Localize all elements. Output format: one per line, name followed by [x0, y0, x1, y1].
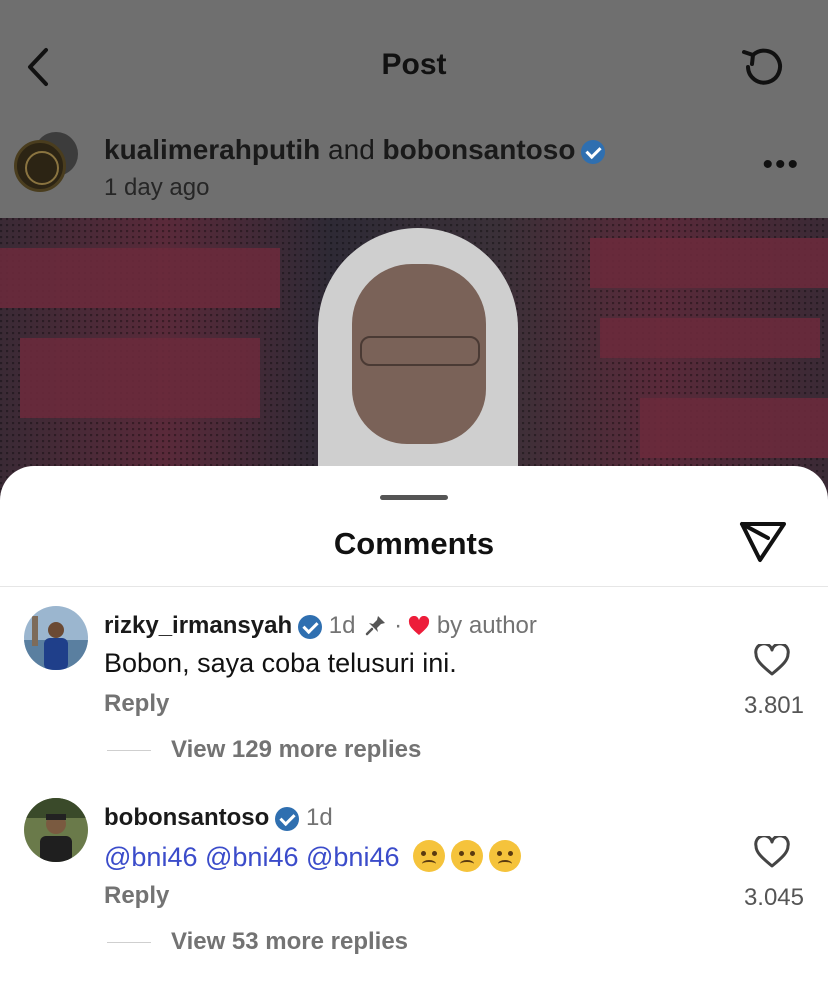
mention-link[interactable]: @bni46: [104, 842, 197, 872]
refresh-icon[interactable]: [738, 42, 788, 92]
post-authors: kualimerahputih and bobonsantoso: [104, 134, 606, 166]
crying-face-emoji-icon: [413, 840, 445, 872]
comments-title: Comments: [333, 526, 495, 561]
comments-sheet: Comments rizky_irmansyah 1d · by author …: [0, 466, 828, 981]
comment-text: @bni46 @bni46 @bni46: [104, 840, 521, 873]
author-kualimerahputih[interactable]: kualimerahputih: [104, 134, 320, 165]
view-more-replies[interactable]: View 129 more replies: [107, 736, 421, 764]
page-title: Post: [381, 48, 447, 81]
comment-avatar[interactable]: [24, 798, 88, 862]
verified-icon: [298, 614, 323, 639]
post-time: 1 day ago: [104, 174, 210, 201]
mention-link[interactable]: @bni46: [306, 842, 399, 872]
heart-filled-icon: [409, 616, 430, 635]
comment-username[interactable]: bobonsantoso 1d: [104, 804, 333, 832]
mention-link[interactable]: @bni46: [205, 842, 298, 872]
heart-outline-icon[interactable]: [754, 836, 790, 868]
meta-separator: ·: [394, 612, 403, 639]
liked-by-author: by author: [436, 612, 537, 639]
author-bobonsantoso[interactable]: bobonsantoso: [383, 134, 576, 165]
pin-icon: [366, 616, 386, 636]
like-count: 3.045: [743, 884, 804, 911]
comment-avatar[interactable]: [24, 606, 88, 670]
verified-icon: [275, 806, 300, 831]
comment-time: 1d: [306, 804, 333, 831]
primary-author-avatar[interactable]: [14, 140, 66, 192]
send-icon[interactable]: [738, 518, 788, 564]
comment-time: 1d: [328, 612, 356, 639]
author-joiner: and: [328, 134, 375, 165]
more-horizontal-icon[interactable]: •••: [762, 150, 800, 180]
verified-icon: [581, 139, 606, 164]
reply-button[interactable]: Reply: [104, 882, 169, 910]
top-bar: Post: [0, 0, 828, 110]
sheet-divider: [0, 586, 828, 587]
crying-face-emoji-icon: [489, 840, 521, 872]
crying-face-emoji-icon: [451, 840, 483, 872]
view-more-replies[interactable]: View 53 more replies: [107, 928, 408, 956]
comment-text: Bobon, saya coba telusuri ini.: [104, 648, 457, 678]
post-header: kualimerahputih and bobonsantoso 1 day a…: [0, 110, 828, 218]
reply-button[interactable]: Reply: [104, 690, 169, 718]
sheet-drag-handle[interactable]: [380, 495, 448, 500]
comment-username[interactable]: rizky_irmansyah 1d · by author: [104, 612, 537, 640]
heart-outline-icon[interactable]: [754, 644, 790, 676]
like-count: 3.801: [743, 692, 804, 719]
